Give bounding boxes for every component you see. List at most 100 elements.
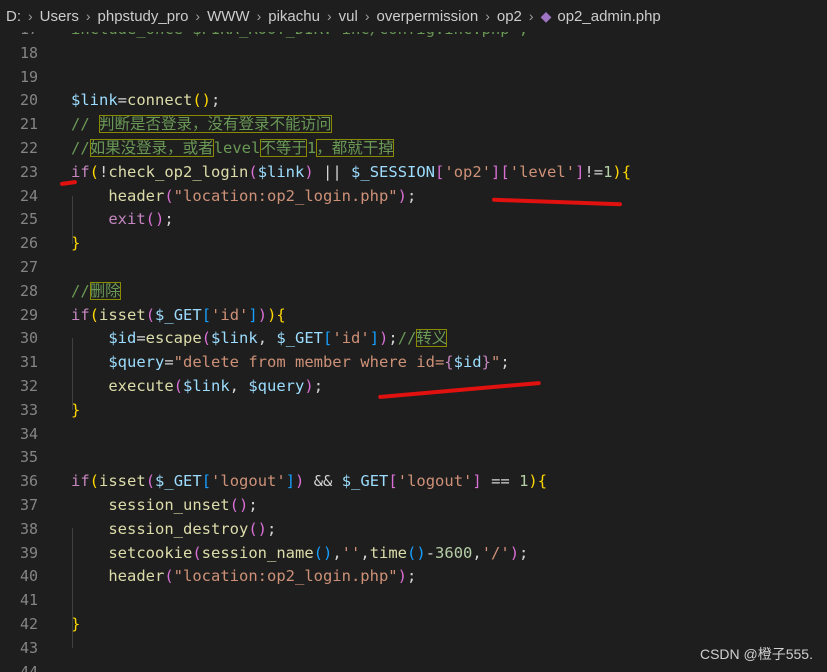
code-token: ,: [257, 329, 277, 348]
code-token: include_once $PIKA_ROOT_DIR.'inc/config.…: [71, 32, 528, 38]
code-token: ): [257, 305, 268, 324]
line-content: // 判断是否登录，没有登录不能访问: [71, 113, 332, 137]
line-content: exit();: [71, 208, 173, 232]
code-token: ;: [406, 186, 417, 205]
code-line[interactable]: 29 if(isset($_GET['id'])){: [0, 304, 827, 328]
code-token: -: [425, 543, 436, 562]
line-number: 42: [19, 614, 38, 633]
code-token: 'logout': [397, 472, 473, 491]
code-line[interactable]: 36 if(isset($_GET['logout']) && $_GET['lo…: [0, 470, 827, 494]
line-content: if(isset($_GET['logout']) && $_GET['logo…: [71, 470, 547, 494]
code-token: ): [295, 472, 305, 491]
code-line[interactable]: 21 // 判断是否登录，没有登录不能访问: [0, 113, 827, 137]
line-number: 18: [19, 43, 38, 62]
breadcrumb-segment[interactable]: op2_admin.php: [557, 8, 660, 25]
line-number: 36: [19, 472, 38, 491]
code-token: ;: [500, 353, 510, 372]
breadcrumb-segment[interactable]: WWW: [207, 8, 249, 25]
breadcrumb-segment[interactable]: op2: [497, 8, 522, 25]
line-number: 35: [19, 448, 38, 467]
code-token: $_SESSION: [351, 162, 436, 181]
chevron-right-icon: ›: [28, 8, 33, 24]
code-token: (: [145, 472, 156, 491]
code-line[interactable]: 27: [0, 256, 827, 280]
code-line[interactable]: 42}: [0, 613, 827, 637]
code-token: }: [481, 353, 491, 372]
code-token: ，都就干掉: [316, 138, 394, 157]
breadcrumb-segment[interactable]: Users: [40, 8, 79, 25]
code-line[interactable]: 37 session_unset();: [0, 494, 827, 518]
breadcrumb-segment[interactable]: pikachu: [268, 8, 320, 25]
code-token: if: [71, 472, 90, 491]
code-token: {: [444, 353, 454, 372]
code-editor[interactable]: 17 include_once $PIKA_ROOT_DIR.'inc/confi…: [0, 32, 827, 672]
code-line[interactable]: 34: [0, 423, 827, 447]
code-line[interactable]: 40 header("location:op2_login.php");: [0, 565, 827, 589]
breadcrumb-segment[interactable]: phpstudy_pro: [98, 8, 189, 25]
code-token: setcookie: [108, 543, 193, 562]
breadcrumb-segment[interactable]: vul: [339, 8, 358, 25]
code-token: isset: [99, 472, 146, 491]
code-token: (: [145, 305, 156, 324]
chevron-right-icon: ›: [364, 8, 370, 24]
code-line[interactable]: 19: [0, 66, 827, 90]
code-line[interactable]: 30 $id=escape($link, $_GET['id']);//转义: [0, 327, 827, 351]
code-token: if: [71, 305, 90, 324]
code-token: "location:op2_login.php": [173, 567, 398, 586]
code-line[interactable]: 24 header("location:op2_login.php");: [0, 185, 827, 209]
code-token: (: [192, 543, 202, 562]
csdn-watermark: CSDN @橙子555.: [699, 646, 813, 662]
code-line[interactable]: 33}: [0, 399, 827, 423]
code-line[interactable]: 41: [0, 589, 827, 613]
code-line[interactable]: 28 //删除: [0, 280, 827, 304]
code-token: $link: [257, 162, 305, 181]
code-line[interactable]: 26}: [0, 232, 827, 256]
code-token: session_unset: [108, 495, 230, 514]
code-token: $query: [108, 353, 165, 372]
line-content: $id=escape($link, $_GET['id']);//转义: [71, 327, 448, 351]
code-token: [: [201, 472, 212, 491]
code-line[interactable]: 18: [0, 42, 827, 66]
code-token: &&: [304, 472, 342, 491]
line-number: 40: [19, 567, 38, 586]
code-line[interactable]: 38 session_destroy();: [0, 518, 827, 542]
line-number: 25: [19, 210, 38, 229]
code-token: ||: [313, 162, 352, 181]
code-token: (: [164, 186, 174, 205]
line-content: $query="delete from member where id={$id…: [71, 351, 510, 375]
code-token: "location:op2_login.php": [173, 186, 398, 205]
code-line[interactable]: 31 $query="delete from member where id={…: [0, 351, 827, 375]
code-line[interactable]: 25 exit();: [0, 208, 827, 232]
code-token: ;: [388, 329, 398, 348]
code-token: //: [71, 115, 99, 134]
line-number: 38: [19, 519, 38, 538]
breadcrumb: D: › Users › phpstudy_pro › WWW › pikachu › vul › ov…: [0, 0, 827, 32]
line-number: 20: [19, 91, 38, 110]
line-number: 31: [19, 353, 38, 372]
code-token: //: [71, 138, 90, 157]
code-token: ): [509, 543, 520, 562]
code-line[interactable]: 22 //如果没登录，或者level不等于1，都就干掉: [0, 137, 827, 161]
code-token: ;: [211, 91, 221, 110]
code-token: $_GET: [341, 472, 389, 491]
code-token: ]: [285, 472, 296, 491]
code-token: $query: [248, 376, 305, 395]
code-area[interactable]: 17 include_once $PIKA_ROOT_DIR.'inc/confi…: [0, 32, 827, 672]
line-number: 27: [19, 257, 38, 276]
code-line[interactable]: 23 if(!check_op2_login($link) || $_SESSIO…: [0, 161, 827, 185]
breadcrumb-segment[interactable]: overpermission: [376, 8, 478, 25]
code-token: 'op2': [444, 162, 492, 181]
code-line[interactable]: 17 include_once $PIKA_ROOT_DIR.'inc/confi…: [0, 32, 827, 42]
line-number: 41: [19, 591, 38, 610]
indent-guide: [72, 338, 73, 410]
code-token: {: [621, 162, 632, 181]
code-line[interactable]: 20 $link=connect();: [0, 89, 827, 113]
code-line[interactable]: 35: [0, 446, 827, 470]
breadcrumb-segment[interactable]: D:: [6, 8, 21, 25]
code-token: exit: [108, 210, 146, 229]
code-token: [: [500, 162, 510, 181]
code-token: $link: [183, 376, 230, 395]
code-line[interactable]: 39 setcookie(session_name(),'',time()-36…: [0, 542, 827, 566]
